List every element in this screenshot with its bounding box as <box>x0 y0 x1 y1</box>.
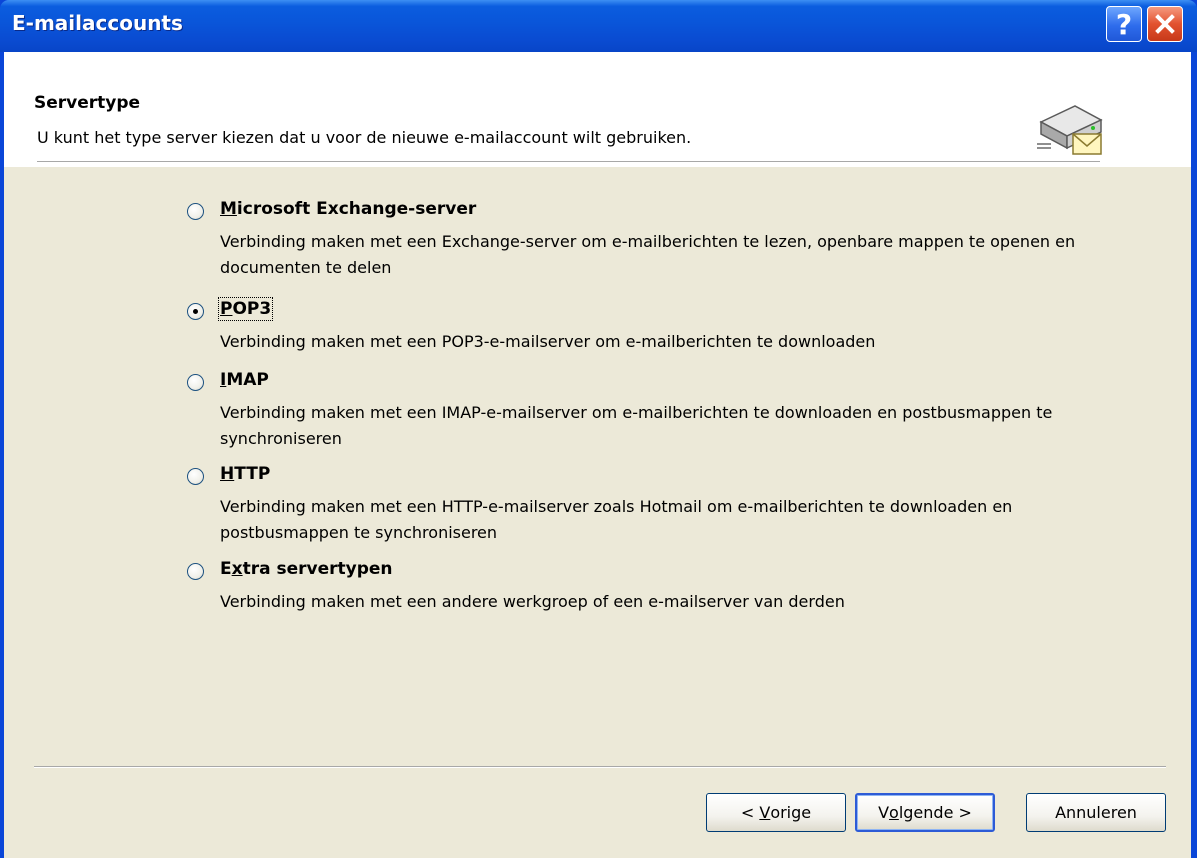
option-exchange-label[interactable]: Microsoft Exchange-server <box>220 199 476 219</box>
option-pop3-description: Verbinding maken met een POP3-e-mailserv… <box>220 332 876 351</box>
cancel-button[interactable]: Annuleren <box>1026 793 1166 832</box>
option-imap-label[interactable]: IMAP <box>220 370 269 390</box>
help-button[interactable]: ? <box>1106 6 1142 42</box>
wizard-header: Servertype U kunt het type server kiezen… <box>4 52 1191 167</box>
option-http-label[interactable]: HTTP <box>220 464 270 484</box>
footer-divider-highlight <box>34 767 1166 768</box>
radio-selected-dot <box>193 309 198 314</box>
option-imap-description: Verbinding maken met een IMAP-e-mailserv… <box>220 403 1053 448</box>
radio-imap[interactable] <box>187 374 204 391</box>
next-button[interactable]: Vo lgende > <box>855 793 995 832</box>
option-pop3-label[interactable]: POP3 <box>217 297 274 321</box>
option-extra-servertypes-label[interactable]: Extra servertypen <box>220 559 393 579</box>
header-divider-highlight <box>37 162 1100 163</box>
radio-exchange[interactable] <box>187 203 204 220</box>
option-http-description: Verbinding maken met een HTTP-e-mailserv… <box>220 497 1013 542</box>
radio-pop3[interactable] <box>187 303 204 320</box>
option-exchange-description: Verbinding maken met een Exchange-server… <box>220 232 1076 277</box>
header-subtitle: U kunt het type server kiezen dat u voor… <box>37 128 692 147</box>
option-extra-servertypes-description: Verbinding maken met een andere werkgroe… <box>220 592 845 611</box>
radio-extra-servertypes[interactable] <box>187 563 204 580</box>
dialog-window: E-mailaccounts ? Servertype U kunt het t… <box>0 0 1197 858</box>
radio-http[interactable] <box>187 468 204 485</box>
close-button[interactable] <box>1147 6 1183 42</box>
help-icon: ? <box>1115 7 1133 41</box>
server-mail-icon <box>1037 105 1103 155</box>
window-title: E-mailaccounts <box>12 11 183 35</box>
previous-button[interactable]: < Vorige <box>706 793 846 832</box>
title-bar[interactable]: E-mailaccounts ? <box>0 0 1197 52</box>
close-x-icon <box>1155 14 1175 34</box>
header-title: Servertype <box>34 93 141 113</box>
dialog-body: Servertype U kunt het type server kiezen… <box>4 52 1191 858</box>
